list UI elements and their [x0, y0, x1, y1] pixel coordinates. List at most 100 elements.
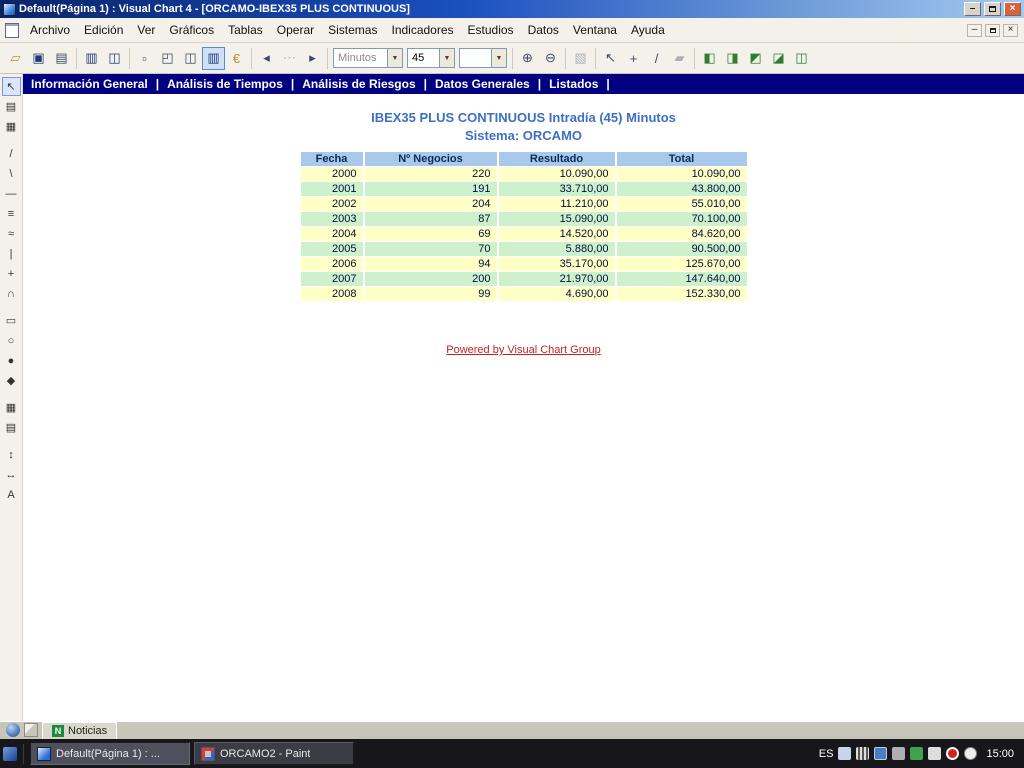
tool-horizontal-arrows-button[interactable]: ↔ — [2, 465, 21, 484]
tool-page-button[interactable]: ▤ — [2, 97, 21, 116]
rectangle-icon: ▭ — [6, 314, 16, 327]
nav-datos-generales[interactable]: Datos Generales — [435, 77, 530, 91]
tool-pointer-button[interactable]: ↖ — [2, 77, 21, 96]
active-chart-view-button[interactable]: ▥ — [202, 47, 225, 70]
menu-edicion[interactable]: Edición — [77, 20, 130, 40]
menu-indicadores[interactable]: Indicadores — [384, 20, 460, 40]
period-combobox[interactable]: Minutos ▼ — [333, 48, 403, 68]
tab-noticias[interactable]: N Noticias — [42, 722, 117, 739]
menu-ayuda[interactable]: Ayuda — [624, 20, 672, 40]
tool-wave-button[interactable]: ≈ — [2, 224, 21, 243]
taskbar-button-visual-chart[interactable]: Default(Página 1) : ... — [30, 742, 190, 765]
quick-launch-icon[interactable] — [3, 747, 17, 761]
language-indicator[interactable]: ES — [819, 748, 834, 760]
nav-informacion-general[interactable]: Información General — [31, 77, 148, 91]
save-button[interactable]: ▣ — [27, 47, 50, 70]
tool-parallel-lines-button[interactable]: ≡ — [2, 204, 21, 223]
positions-view-button[interactable]: ◪ — [767, 47, 790, 70]
new-window-button[interactable]: ▫ — [133, 47, 156, 70]
volume-icon[interactable] — [928, 747, 941, 760]
restore-button[interactable] — [984, 2, 1001, 16]
minimize-button[interactable]: – — [964, 2, 981, 16]
cell-resultado: 33.710,00 — [499, 182, 615, 196]
quotes-view-button[interactable]: ◨ — [721, 47, 744, 70]
nav-analisis-tiempos[interactable]: Análisis de Tiempos — [167, 77, 283, 91]
mdi-restore-button[interactable] — [985, 24, 1000, 37]
menu-ventana[interactable]: Ventana — [566, 20, 624, 40]
keyboard-layout-icon[interactable] — [838, 747, 851, 760]
mdi-minimize-button[interactable]: – — [967, 24, 982, 37]
tool-horizontal-line-button[interactable]: — — [2, 184, 21, 203]
menu-datos[interactable]: Datos — [521, 20, 566, 40]
web-globe-icon[interactable] — [6, 723, 20, 737]
cell-resultado: 35.170,00 — [499, 257, 615, 271]
tool-diamond-button[interactable]: ◆ — [2, 371, 21, 390]
menu-sistemas[interactable]: Sistemas — [321, 20, 384, 40]
compression-combobox[interactable]: 45 ▼ — [407, 48, 455, 68]
tool-filled-circle-button[interactable]: ● — [2, 351, 21, 370]
cascade-windows-button[interactable]: ◰ — [156, 47, 179, 70]
horizontal-line-icon: — — [6, 188, 17, 200]
mdi-close-button[interactable]: × — [1003, 24, 1018, 37]
removable-device-icon[interactable] — [892, 747, 905, 760]
menu-archivo[interactable]: Archivo — [23, 20, 77, 40]
drawing-toolbar: ↖ ▤ ▦ / \ — ≡ ≈ | + ∩ ▭ ○ ● ◆ ▦ ▤ ↕ ↔ A — [0, 74, 23, 721]
tool-trendline-up-button[interactable]: / — [2, 144, 21, 163]
chevron-down-icon[interactable]: ▼ — [439, 49, 454, 67]
zoom-out-button[interactable]: ⊖ — [539, 47, 562, 70]
pointer-tool-button[interactable]: ↖ — [599, 47, 622, 70]
cell-negocios: 87 — [365, 212, 497, 226]
units-combobox[interactable]: ▼ — [459, 48, 507, 68]
currency-button[interactable]: € — [225, 47, 248, 70]
tool-trendline-down-button[interactable]: \ — [2, 164, 21, 183]
close-chart-button[interactable]: ▧ — [569, 47, 592, 70]
menu-ver[interactable]: Ver — [130, 20, 162, 40]
menu-tablas[interactable]: Tablas — [221, 20, 270, 40]
compare-chart-button[interactable]: ◫ — [103, 47, 126, 70]
nav-pages-button[interactable]: ⋯ — [278, 47, 301, 70]
taskbar-clock[interactable]: 15:00 — [986, 748, 1014, 760]
display-settings-icon[interactable] — [874, 747, 887, 760]
tool-rectangle-button[interactable]: ▭ — [2, 311, 21, 330]
tool-vertical-line-button[interactable]: | — [2, 244, 21, 263]
antivirus-icon[interactable] — [946, 747, 959, 760]
nav-analisis-riesgos[interactable]: Análisis de Riesgos — [302, 77, 415, 91]
marker-tool-button[interactable]: ▰ — [668, 47, 691, 70]
close-chart-icon: ▧ — [574, 50, 586, 66]
messenger-icon[interactable] — [910, 747, 923, 760]
crosshair-tool-button[interactable]: + — [622, 47, 645, 70]
tool-list-button[interactable]: ▤ — [2, 418, 21, 437]
cell-negocios: 70 — [365, 242, 497, 256]
menu-graficos[interactable]: Gráficos — [162, 20, 221, 40]
tile-windows-button[interactable]: ◫ — [179, 47, 202, 70]
taskbar-button-paint[interactable]: ORCAMO2 - Paint — [194, 742, 354, 765]
depth-view-button[interactable]: ◩ — [744, 47, 767, 70]
orders-view-button[interactable]: ◫ — [790, 47, 813, 70]
nav-previous-button[interactable]: ◂ — [255, 47, 278, 70]
network-status-icon[interactable] — [856, 747, 869, 760]
tool-vertical-arrows-button[interactable]: ↕ — [2, 445, 21, 464]
tool-table-button[interactable]: ▦ — [2, 398, 21, 417]
chevron-down-icon[interactable]: ▼ — [387, 49, 402, 67]
chevron-down-icon[interactable]: ▼ — [491, 49, 506, 67]
tool-grid-button[interactable]: ▦ — [2, 117, 21, 136]
pen-tool-button[interactable]: / — [645, 47, 668, 70]
print-button[interactable]: ▤ — [50, 47, 73, 70]
pointer-page-icon[interactable] — [24, 723, 38, 737]
menu-operar[interactable]: Operar — [270, 20, 321, 40]
powered-by-link[interactable]: Powered by Visual Chart Group — [446, 344, 601, 356]
open-button[interactable]: ▱ — [4, 47, 27, 70]
tool-cross-button[interactable]: + — [2, 264, 21, 283]
table-view-button[interactable]: ◧ — [698, 47, 721, 70]
close-button[interactable]: × — [1004, 2, 1021, 16]
tool-text-button[interactable]: A — [2, 485, 21, 504]
zoom-in-button[interactable]: ⊕ — [516, 47, 539, 70]
tray-clock-icon[interactable] — [964, 747, 977, 760]
nav-next-button[interactable]: ▸ — [301, 47, 324, 70]
tool-arc-button[interactable]: ∩ — [2, 284, 21, 303]
tool-ellipse-button[interactable]: ○ — [2, 331, 21, 350]
bar-chart-button[interactable]: ▥ — [80, 47, 103, 70]
page-tab-strip: N Noticias — [0, 721, 1024, 739]
menu-estudios[interactable]: Estudios — [461, 20, 521, 40]
nav-listados[interactable]: Listados — [549, 77, 598, 91]
